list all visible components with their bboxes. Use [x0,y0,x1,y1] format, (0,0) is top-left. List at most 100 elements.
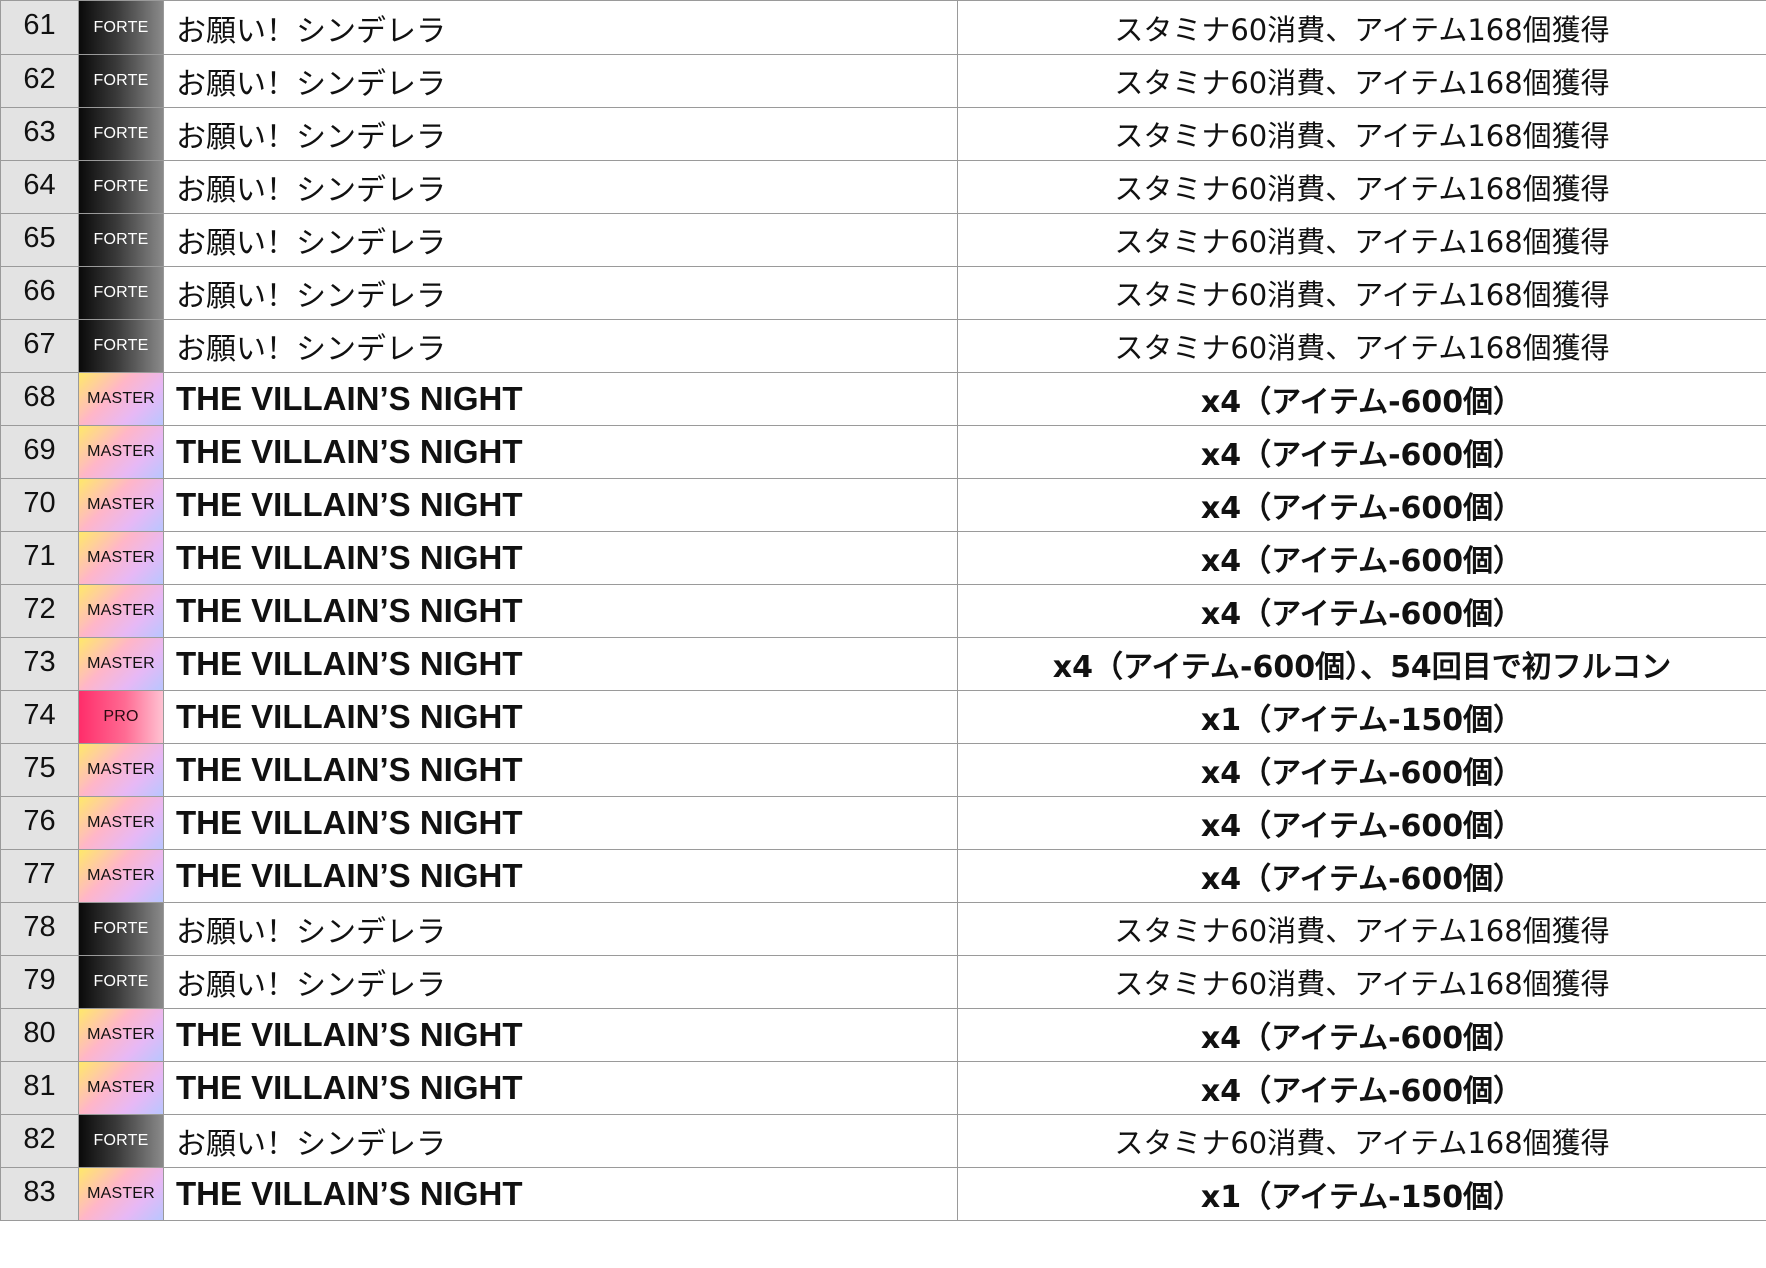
song-title-cell[interactable]: お願い！シンデレラ [164,956,958,1008]
table-row[interactable]: 79 FORTE お願い！シンデレラ スタミナ60消費、アイテム168個獲得 [0,956,1766,1009]
note-cell[interactable]: スタミナ60消費、アイテム168個獲得 [958,267,1766,319]
song-title-cell[interactable]: THE VILLAIN’S NIGHT [164,479,958,531]
table-row[interactable]: 80 MASTER THE VILLAIN’S NIGHT x4（アイテム-600個） [0,1009,1766,1062]
difficulty-badge-forte[interactable]: FORTE [79,956,164,1008]
row-number-cell[interactable]: 62 [0,55,79,107]
difficulty-badge-forte[interactable]: FORTE [79,267,164,319]
note-cell[interactable]: x4（アイテム-600個）、54回目で初フルコン [958,638,1766,690]
song-title-cell[interactable]: お願い！シンデレラ [164,320,958,372]
table-row[interactable]: 77 MASTER THE VILLAIN’S NIGHT x4（アイテム-600個） [0,850,1766,903]
row-number-cell[interactable]: 61 [0,1,79,54]
song-title-cell[interactable]: お願い！シンデレラ [164,1,958,54]
song-title-cell[interactable]: THE VILLAIN’S NIGHT [164,532,958,584]
note-cell[interactable]: x4（アイテム-600個） [958,797,1766,849]
row-number-cell[interactable]: 78 [0,903,79,955]
row-number-cell[interactable]: 65 [0,214,79,266]
difficulty-badge-master[interactable]: MASTER [79,426,164,478]
row-number-cell[interactable]: 74 [0,691,79,743]
row-number-cell[interactable]: 76 [0,797,79,849]
song-title-cell[interactable]: THE VILLAIN’S NIGHT [164,850,958,902]
row-number-cell[interactable]: 68 [0,373,79,425]
table-row[interactable]: 62 FORTE お願い！シンデレラ スタミナ60消費、アイテム168個獲得 [0,55,1766,108]
table-row[interactable]: 73 MASTER THE VILLAIN’S NIGHT x4（アイテム-600個）… [0,638,1766,691]
song-title-cell[interactable]: THE VILLAIN’S NIGHT [164,1062,958,1114]
row-number-cell[interactable]: 64 [0,161,79,213]
note-cell[interactable]: スタミナ60消費、アイテム168個獲得 [958,956,1766,1008]
difficulty-badge-master[interactable]: MASTER [79,479,164,531]
note-cell[interactable]: スタミナ60消費、アイテム168個獲得 [958,1,1766,54]
row-number-cell[interactable]: 67 [0,320,79,372]
note-cell[interactable]: スタミナ60消費、アイテム168個獲得 [958,320,1766,372]
table-row[interactable]: 68 MASTER THE VILLAIN’S NIGHT x4（アイテム-600個） [0,373,1766,426]
table-row[interactable]: 65 FORTE お願い！シンデレラ スタミナ60消費、アイテム168個獲得 [0,214,1766,267]
table-row[interactable]: 74 PRO THE VILLAIN’S NIGHT x1（アイテム-150個） [0,691,1766,744]
song-title-cell[interactable]: お願い！シンデレラ [164,267,958,319]
difficulty-badge-master[interactable]: MASTER [79,373,164,425]
row-number-cell[interactable]: 79 [0,956,79,1008]
row-number-cell[interactable]: 77 [0,850,79,902]
row-number-cell[interactable]: 81 [0,1062,79,1114]
note-cell[interactable]: x1（アイテム-150個） [958,1168,1766,1220]
song-title-cell[interactable]: お願い！シンデレラ [164,108,958,160]
table-row[interactable]: 83 MASTER THE VILLAIN’S NIGHT x1（アイテム-150個） [0,1168,1766,1221]
difficulty-badge-master[interactable]: MASTER [79,1168,164,1220]
table-row[interactable]: 61 FORTE お願い！シンデレラ スタミナ60消費、アイテム168個獲得 [0,1,1766,55]
note-cell[interactable]: x4（アイテム-600個） [958,373,1766,425]
difficulty-badge-master[interactable]: MASTER [79,1062,164,1114]
row-number-cell[interactable]: 82 [0,1115,79,1167]
difficulty-badge-forte[interactable]: FORTE [79,161,164,213]
difficulty-badge-forte[interactable]: FORTE [79,903,164,955]
song-title-cell[interactable]: お願い！シンデレラ [164,161,958,213]
row-number-cell[interactable]: 73 [0,638,79,690]
song-title-cell[interactable]: THE VILLAIN’S NIGHT [164,585,958,637]
table-row[interactable]: 63 FORTE お願い！シンデレラ スタミナ60消費、アイテム168個獲得 [0,108,1766,161]
note-cell[interactable]: スタミナ60消費、アイテム168個獲得 [958,161,1766,213]
song-title-cell[interactable]: お願い！シンデレラ [164,214,958,266]
table-row[interactable]: 72 MASTER THE VILLAIN’S NIGHT x4（アイテム-600個） [0,585,1766,638]
difficulty-badge-forte[interactable]: FORTE [79,214,164,266]
difficulty-badge-master[interactable]: MASTER [79,638,164,690]
table-row[interactable]: 76 MASTER THE VILLAIN’S NIGHT x4（アイテム-600個） [0,797,1766,850]
note-cell[interactable]: x4（アイテム-600個） [958,744,1766,796]
difficulty-badge-master[interactable]: MASTER [79,532,164,584]
song-title-cell[interactable]: お願い！シンデレラ [164,1115,958,1167]
table-row[interactable]: 71 MASTER THE VILLAIN’S NIGHT x4（アイテム-600個） [0,532,1766,585]
song-title-cell[interactable]: THE VILLAIN’S NIGHT [164,426,958,478]
difficulty-badge-forte[interactable]: FORTE [79,108,164,160]
row-number-cell[interactable]: 75 [0,744,79,796]
note-cell[interactable]: スタミナ60消費、アイテム168個獲得 [958,108,1766,160]
note-cell[interactable]: スタミナ60消費、アイテム168個獲得 [958,903,1766,955]
table-row[interactable]: 78 FORTE お願い！シンデレラ スタミナ60消費、アイテム168個獲得 [0,903,1766,956]
song-title-cell[interactable]: THE VILLAIN’S NIGHT [164,638,958,690]
note-cell[interactable]: x4（アイテム-600個） [958,479,1766,531]
row-number-cell[interactable]: 69 [0,426,79,478]
note-cell[interactable]: スタミナ60消費、アイテム168個獲得 [958,55,1766,107]
note-cell[interactable]: スタミナ60消費、アイテム168個獲得 [958,214,1766,266]
song-title-cell[interactable]: THE VILLAIN’S NIGHT [164,744,958,796]
note-cell[interactable]: x1（アイテム-150個） [958,691,1766,743]
row-number-cell[interactable]: 71 [0,532,79,584]
row-number-cell[interactable]: 72 [0,585,79,637]
row-number-cell[interactable]: 66 [0,267,79,319]
row-number-cell[interactable]: 80 [0,1009,79,1061]
note-cell[interactable]: x4（アイテム-600個） [958,426,1766,478]
table-row[interactable]: 66 FORTE お願い！シンデレラ スタミナ60消費、アイテム168個獲得 [0,267,1766,320]
difficulty-badge-forte[interactable]: FORTE [79,55,164,107]
song-title-cell[interactable]: THE VILLAIN’S NIGHT [164,373,958,425]
table-row[interactable]: 82 FORTE お願い！シンデレラ スタミナ60消費、アイテム168個獲得 [0,1115,1766,1168]
row-number-cell[interactable]: 83 [0,1168,79,1220]
table-row[interactable]: 69 MASTER THE VILLAIN’S NIGHT x4（アイテム-600個） [0,426,1766,479]
difficulty-badge-master[interactable]: MASTER [79,744,164,796]
difficulty-badge-master[interactable]: MASTER [79,850,164,902]
note-cell[interactable]: x4（アイテム-600個） [958,1009,1766,1061]
difficulty-badge-forte[interactable]: FORTE [79,320,164,372]
song-title-cell[interactable]: お願い！シンデレラ [164,55,958,107]
difficulty-badge-forte[interactable]: FORTE [79,1,164,54]
song-title-cell[interactable]: お願い！シンデレラ [164,903,958,955]
note-cell[interactable]: x4（アイテム-600個） [958,585,1766,637]
table-row[interactable]: 81 MASTER THE VILLAIN’S NIGHT x4（アイテム-600個） [0,1062,1766,1115]
note-cell[interactable]: x4（アイテム-600個） [958,1062,1766,1114]
song-title-cell[interactable]: THE VILLAIN’S NIGHT [164,797,958,849]
row-number-cell[interactable]: 63 [0,108,79,160]
table-row[interactable]: 70 MASTER THE VILLAIN’S NIGHT x4（アイテム-600個） [0,479,1766,532]
